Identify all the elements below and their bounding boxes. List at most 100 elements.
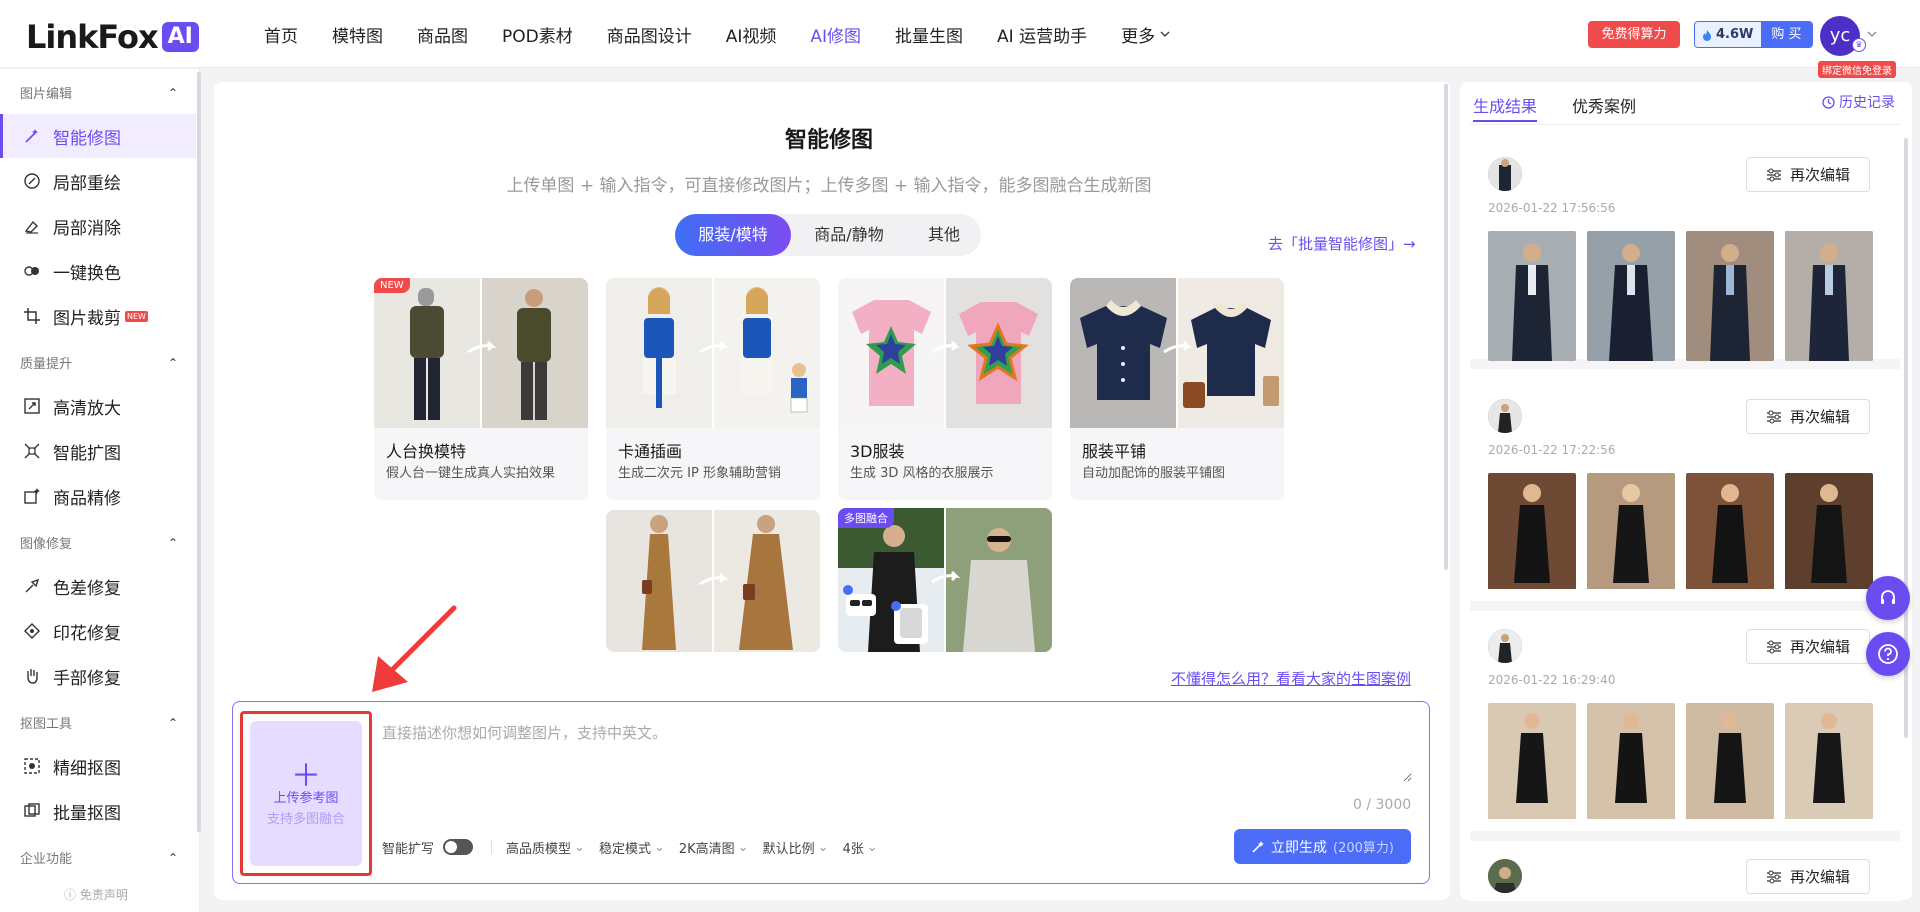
crop-icon — [22, 306, 42, 326]
credit-widget[interactable]: 4.6W 购 买 — [1694, 21, 1813, 48]
smart-expand-toggle[interactable]: 智能扩写 — [382, 838, 474, 857]
sidebar-item-print-fix[interactable]: 印花修复 — [0, 609, 196, 653]
sidebar-item-color-fix[interactable]: 色差修复 — [0, 564, 196, 608]
sidebar-group-repair[interactable]: 图像修复 ⌃ — [20, 533, 178, 553]
nav-item-model-image[interactable]: 模特图 — [332, 22, 383, 47]
new-badge: NEW — [125, 310, 148, 322]
sidebar-group-quality[interactable]: 质量提升 ⌃ — [20, 353, 178, 373]
ratio-select[interactable]: 默认比例 ⌄ — [763, 838, 829, 857]
template-card-flatlay[interactable]: 服装平铺 自动加配饰的服装平铺图 — [1070, 278, 1284, 500]
result-thumbnail[interactable] — [1686, 231, 1774, 361]
sidebar-item-erase[interactable]: 局部消除 — [0, 204, 196, 248]
result-source-thumbnail[interactable] — [1488, 859, 1522, 893]
examples-help-link[interactable]: 不懂得怎么用？看看大家的生图案例 — [1171, 668, 1411, 689]
nav-item-ai-video[interactable]: AI视频 — [726, 22, 777, 47]
sidebar-item-outpaint[interactable]: 智能扩图 — [0, 429, 196, 473]
disclaimer-link[interactable]: ⓘ 免责声明 — [64, 886, 128, 903]
nav-item-batch-generate[interactable]: 批量生图 — [895, 22, 963, 47]
batch-retouch-link[interactable]: 去「批量智能修图」→ — [1268, 233, 1416, 254]
edit-again-button[interactable]: 再次编辑 — [1746, 859, 1870, 894]
sidebar-group-cutout[interactable]: 抠图工具 ⌃ — [20, 713, 178, 733]
help-button[interactable] — [1866, 632, 1910, 676]
edit-again-button[interactable]: 再次编辑 — [1746, 399, 1870, 434]
toggle-switch[interactable] — [443, 839, 474, 855]
sparkle-image-icon — [22, 486, 42, 506]
card-description: 生成 3D 风格的衣服展示 — [850, 466, 994, 481]
template-card-3d-apparel[interactable]: 3D服装 生成 3D 风格的衣服展示 — [838, 278, 1052, 500]
sidebar-item-hand-fix[interactable]: 手部修复 — [0, 654, 196, 698]
sidebar-item-label: 精细抠图 — [53, 758, 121, 779]
free-credit-button[interactable]: 免费得算力 — [1588, 21, 1680, 48]
generate-button[interactable]: 立即生成 (200算力) — [1234, 829, 1411, 864]
disclaimer-label: 免责声明 — [79, 888, 128, 902]
edit-again-button[interactable]: 再次编辑 — [1746, 629, 1870, 664]
result-thumbnail[interactable] — [1785, 231, 1873, 361]
sidebar-group-enterprise[interactable]: 企业功能 ⌃ — [20, 848, 178, 868]
sidebar-item-crop[interactable]: 图片裁剪 NEW — [0, 294, 196, 338]
mode-select[interactable]: 稳定模式 ⌄ — [599, 838, 665, 857]
prompt-input[interactable] — [382, 722, 1412, 782]
result-source-thumbnail[interactable] — [1488, 629, 1522, 663]
result-source-thumbnail[interactable] — [1488, 157, 1522, 191]
tab-other[interactable]: 其他 — [907, 214, 981, 256]
result-thumbnail[interactable] — [1587, 231, 1675, 361]
template-card-multi-fusion[interactable]: 多图融合 — [838, 508, 1052, 652]
nav-item-ai-assistant[interactable]: AI 运营助手 — [997, 22, 1087, 47]
count-select[interactable]: 4张 ⌄ — [842, 838, 877, 857]
result-thumbnail[interactable] — [1785, 473, 1873, 603]
buy-button[interactable]: 购 买 — [1761, 22, 1812, 47]
sidebar-group-title: 图片编辑 — [20, 87, 73, 102]
template-card-mannequin-to-model[interactable]: NEW 人台换模特 假人台一键生成真人实拍效果 — [374, 278, 588, 500]
brand-logo[interactable]: LinkFox AI — [26, 18, 199, 56]
dropper-icon — [22, 576, 42, 596]
category-tabs: 服装/模特 商品/静物 其他 — [675, 214, 981, 256]
result-source-thumbnail[interactable] — [1488, 399, 1522, 433]
sidebar-item-upscale[interactable]: 高清放大 — [0, 384, 196, 428]
nav-item-ai-retouch[interactable]: AI修图 — [810, 22, 861, 47]
customer-service-button[interactable] — [1866, 576, 1910, 620]
tab-showcase[interactable]: 优秀案例 — [1572, 93, 1636, 117]
option-label: 2K高清图 — [678, 841, 735, 857]
history-link[interactable]: 历史记录 — [1822, 92, 1895, 112]
result-thumbnail[interactable] — [1488, 703, 1576, 833]
result-thumbnail[interactable] — [1686, 703, 1774, 833]
bind-wechat-tag[interactable]: 绑定微信免登录 — [1818, 61, 1896, 78]
result-thumbnail[interactable] — [1488, 473, 1576, 603]
color-swap-icon — [22, 261, 42, 281]
nav-item-home[interactable]: 首页 — [264, 22, 298, 47]
sidebar-item-batch-cutout[interactable]: 批量抠图 — [0, 789, 196, 833]
history-label: 历史记录 — [1839, 95, 1895, 111]
model-select[interactable]: 高品质模型 ⌄ — [506, 838, 585, 857]
tab-results[interactable]: 生成结果 — [1473, 93, 1537, 117]
sidebar-item-recolor[interactable]: 一键换色 — [0, 249, 196, 293]
sidebar-item-label: 智能扩图 — [53, 443, 121, 464]
sidebar-group-image-edit[interactable]: 图片编辑 ⌃ — [20, 83, 178, 103]
template-card-cartoon[interactable]: 卡通插画 生成二次元 IP 形象辅助营销 — [606, 278, 820, 500]
template-card-body-shape[interactable] — [606, 510, 820, 652]
result-thumbnail[interactable] — [1587, 473, 1675, 603]
sliders-icon — [1766, 168, 1781, 181]
result-thumbnail[interactable] — [1587, 703, 1675, 833]
sidebar-item-product-refine[interactable]: 商品精修 — [0, 474, 196, 518]
card-preview-image — [606, 278, 820, 428]
sidebar-item-fine-cutout[interactable]: 精细抠图 — [0, 744, 196, 788]
tab-apparel-model[interactable]: 服装/模特 — [675, 214, 791, 256]
result-thumbnail[interactable] — [1686, 473, 1774, 603]
question-icon — [1878, 644, 1898, 664]
chevron-down-icon: ⌄ — [866, 839, 878, 855]
flame-icon — [1703, 29, 1711, 41]
result-thumbnail[interactable] — [1488, 231, 1576, 361]
resolution-select[interactable]: 2K高清图 ⌄ — [679, 838, 749, 857]
edit-again-button[interactable]: 再次编辑 — [1746, 157, 1870, 192]
nav-item-more[interactable]: 更多 — [1121, 22, 1171, 47]
result-thumbnail[interactable] — [1785, 703, 1873, 833]
arrow-right-icon — [699, 572, 728, 586]
nav-item-product-image[interactable]: 商品图 — [417, 22, 468, 47]
edit-label: 再次编辑 — [1789, 166, 1850, 184]
nav-item-product-design[interactable]: 商品图设计 — [607, 22, 692, 47]
main-scrollbar[interactable] — [1444, 84, 1448, 570]
tab-product-still[interactable]: 商品/静物 — [791, 214, 907, 256]
upload-reference-button[interactable]: ＋ 上传参考图 支持多图融合 — [250, 721, 362, 866]
nav-item-pod-assets[interactable]: POD素材 — [502, 22, 573, 47]
chevron-down-icon[interactable] — [1866, 28, 1878, 40]
